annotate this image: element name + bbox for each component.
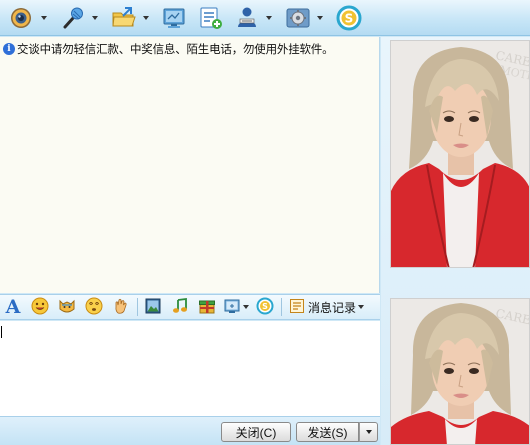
remote-desktop-button[interactable] (159, 3, 191, 33)
chevron-down-icon (266, 15, 272, 20)
svg-text:S: S (262, 302, 268, 311)
gear-icon (284, 4, 312, 32)
history-icon (289, 298, 305, 317)
friend-avatar-photo[interactable]: CAREF MOTI (390, 40, 530, 268)
gift-button[interactable] (196, 296, 218, 318)
send-button[interactable]: 发送(S) (296, 422, 359, 442)
emoticon-button[interactable] (29, 296, 51, 318)
music-button[interactable] (169, 296, 191, 318)
message-history-label: 消息记录 (308, 300, 357, 315)
microphone-icon (59, 4, 87, 32)
my-avatar-photo[interactable]: CAREF (390, 298, 530, 445)
cat-face-icon (58, 297, 76, 318)
chevron-down-icon (143, 15, 149, 20)
screenshot-button[interactable] (223, 296, 249, 318)
svg-text:S: S (345, 11, 354, 25)
image-icon (144, 297, 162, 318)
message-input[interactable] (0, 321, 380, 416)
send-file-button[interactable] (108, 3, 155, 33)
s-app-button[interactable]: S (254, 296, 276, 318)
info-icon: i (3, 43, 15, 55)
chevron-down-icon (358, 305, 365, 309)
svg-text:A: A (5, 296, 21, 316)
send-options-button[interactable] (359, 422, 378, 442)
screen-capture-icon (223, 297, 241, 318)
security-notice-text: 交谈中请勿轻信汇款、中奖信息、陌生电话，勿使用外挂软件。 (17, 42, 334, 56)
profile-sidebar: CAREF MOTI CAREF (381, 37, 530, 445)
user-info-button[interactable] (231, 3, 278, 33)
chevron-down-icon (41, 15, 47, 20)
top-toolbar: S (0, 0, 530, 36)
s-logo-icon: S (256, 297, 274, 318)
close-button[interactable]: 关闭(C) (221, 422, 291, 442)
chevron-down-icon (365, 430, 372, 434)
magic-emoticon-button[interactable] (56, 296, 78, 318)
contact-card-icon (233, 4, 261, 32)
create-discussion-button[interactable] (195, 3, 227, 33)
add-note-icon (197, 4, 225, 32)
bottom-bar: 关闭(C) 发送(S) (0, 416, 380, 445)
chat-history-panel[interactable]: i 交谈中请勿轻信汇款、中奖信息、陌生电话，勿使用外挂软件。 (0, 37, 380, 293)
voice-call-button[interactable] (57, 3, 104, 33)
font-button[interactable]: A (2, 296, 24, 318)
security-notice: i 交谈中请勿轻信汇款、中奖信息、陌生电话，勿使用外挂软件。 (3, 41, 334, 57)
s-logo-icon: S (335, 4, 363, 32)
chevron-down-icon (317, 15, 323, 20)
format-toolbar: A S 消息记录 (0, 294, 380, 320)
folder-icon (110, 4, 138, 32)
app-s-button[interactable]: S (333, 3, 365, 33)
shake-window-button[interactable] (83, 296, 105, 318)
dizzy-face-icon (85, 297, 103, 318)
send-image-button[interactable] (142, 296, 164, 318)
toolbar-divider (137, 298, 138, 316)
font-icon: A (3, 296, 23, 319)
chevron-down-icon (92, 15, 98, 20)
text-caret (1, 326, 2, 338)
webcam-icon (8, 4, 36, 32)
hand-icon (112, 297, 130, 318)
smiley-icon (31, 297, 49, 318)
toolbar-divider (281, 298, 282, 316)
music-note-icon (171, 297, 189, 318)
gift-icon (198, 297, 216, 318)
video-call-button[interactable] (6, 3, 53, 33)
message-history-button[interactable]: 消息记录 (286, 296, 367, 318)
poke-button[interactable] (110, 296, 132, 318)
monitor-icon (161, 4, 189, 32)
app-settings-button[interactable] (282, 3, 329, 33)
chevron-down-icon (243, 305, 249, 309)
